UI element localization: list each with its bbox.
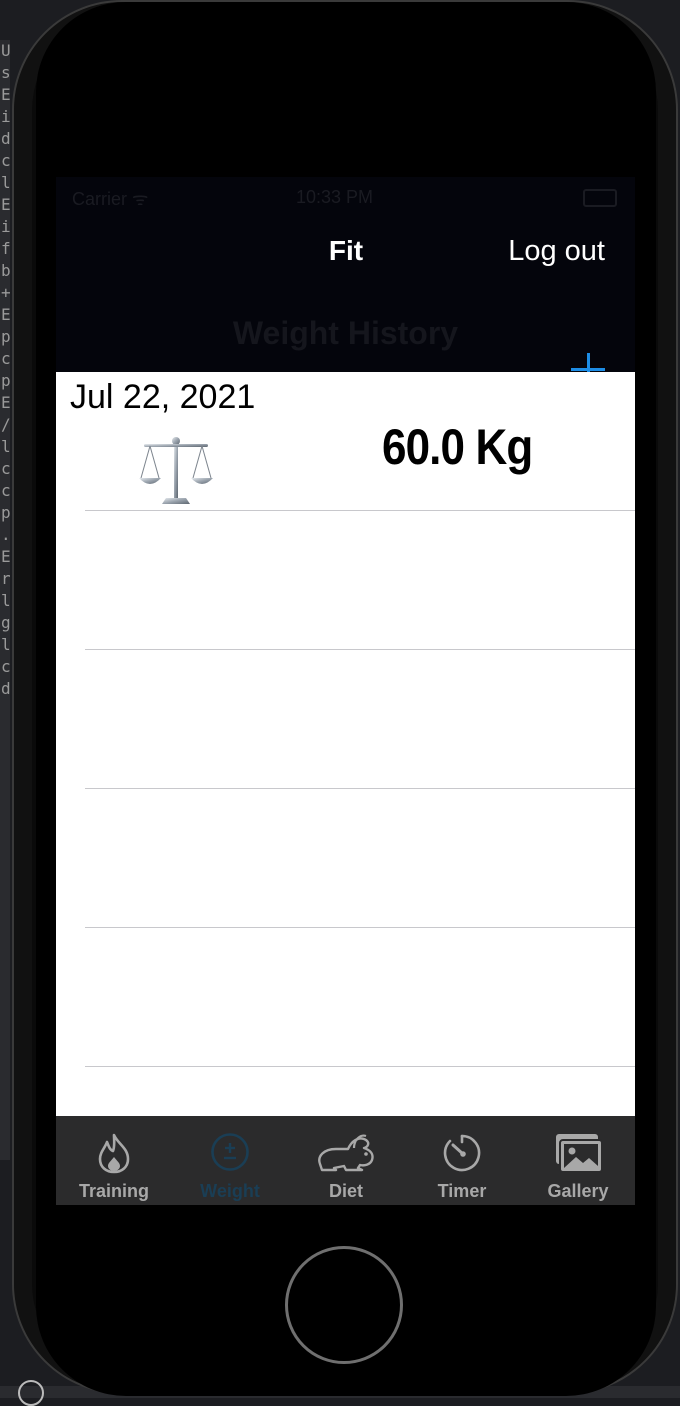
tab-timer[interactable]: Timer (404, 1116, 520, 1205)
timer-icon (443, 1134, 481, 1172)
code-line: E (1, 547, 10, 566)
code-line: b (1, 261, 10, 280)
tab-bar: Training Weight Diet Timer Gallery (56, 1116, 635, 1205)
code-line: d (1, 679, 10, 698)
logout-button[interactable]: Log out (508, 235, 605, 268)
carrier-label: Carrier ᯤ (72, 189, 149, 209)
tab-weight[interactable]: Weight (172, 1116, 288, 1205)
background-code-editor: U s E i d c l E i f b + E p c p E / l c … (0, 40, 10, 1160)
tab-label: Gallery (547, 1181, 609, 1201)
tab-gallery[interactable]: Gallery (520, 1116, 635, 1205)
status-bar: Carrier ᯤ 10:33 PM (56, 177, 635, 217)
code-line: E (1, 393, 10, 412)
battery-icon (583, 189, 617, 207)
tab-training[interactable]: Training (56, 1116, 172, 1205)
code-line: p (1, 371, 10, 390)
code-line: + (1, 283, 10, 302)
plus-minus-circle-icon (211, 1133, 249, 1171)
code-line: l (1, 173, 10, 192)
tab-label: Diet (328, 1181, 363, 1201)
tab-label: Weight (200, 1181, 260, 1201)
code-line: E (1, 305, 10, 324)
code-line: c (1, 459, 10, 478)
code-line: s (1, 63, 10, 82)
navigation-bar: Fit Log out Weight History (56, 217, 635, 387)
rabbit-icon (318, 1134, 374, 1172)
code-line: p (1, 327, 10, 346)
weight-history-table: Jul 22, 2021 60.0 Kg (56, 372, 635, 1116)
code-line: d (1, 129, 10, 148)
code-line: l (1, 591, 10, 610)
photos-icon (556, 1134, 603, 1173)
row-divider (85, 1066, 635, 1067)
status-time: 10:33 PM (296, 187, 374, 207)
table-row (56, 928, 635, 1067)
tab-label: Timer (437, 1181, 487, 1201)
page-title: Weight History (232, 315, 459, 351)
code-line: i (1, 217, 10, 236)
code-line: c (1, 349, 10, 368)
code-line: E (1, 195, 10, 214)
code-line: p (1, 503, 10, 522)
tab-label: Training (78, 1181, 149, 1201)
table-row (56, 789, 635, 928)
code-line: E (1, 85, 10, 104)
circle-icon (18, 1380, 44, 1406)
code-line: c (1, 657, 10, 676)
code-line: g (1, 613, 10, 632)
code-line: . (1, 525, 10, 544)
app-title: Fit (328, 235, 364, 266)
home-button[interactable] (285, 1246, 403, 1364)
code-line: c (1, 481, 10, 500)
app-screen: Carrier ᯤ 10:33 PM Fit Log out Weight Hi… (56, 177, 635, 1205)
table-row (56, 650, 635, 789)
code-line: l (1, 437, 10, 456)
code-line: r (1, 569, 10, 588)
code-line: i (1, 107, 10, 126)
code-line: c (1, 151, 10, 170)
table-row (56, 511, 635, 650)
flame-icon (98, 1133, 130, 1174)
code-line: U (1, 41, 10, 60)
table-row[interactable]: Jul 22, 2021 60.0 Kg (56, 372, 635, 511)
balance-scale-icon (139, 437, 213, 504)
tab-diet[interactable]: Diet (288, 1116, 404, 1205)
code-line: f (1, 239, 10, 258)
code-line: / (1, 415, 10, 434)
code-line: l (1, 635, 10, 654)
entry-date: Jul 22, 2021 (70, 378, 256, 416)
entry-weight: 60.0 Kg (382, 419, 533, 475)
